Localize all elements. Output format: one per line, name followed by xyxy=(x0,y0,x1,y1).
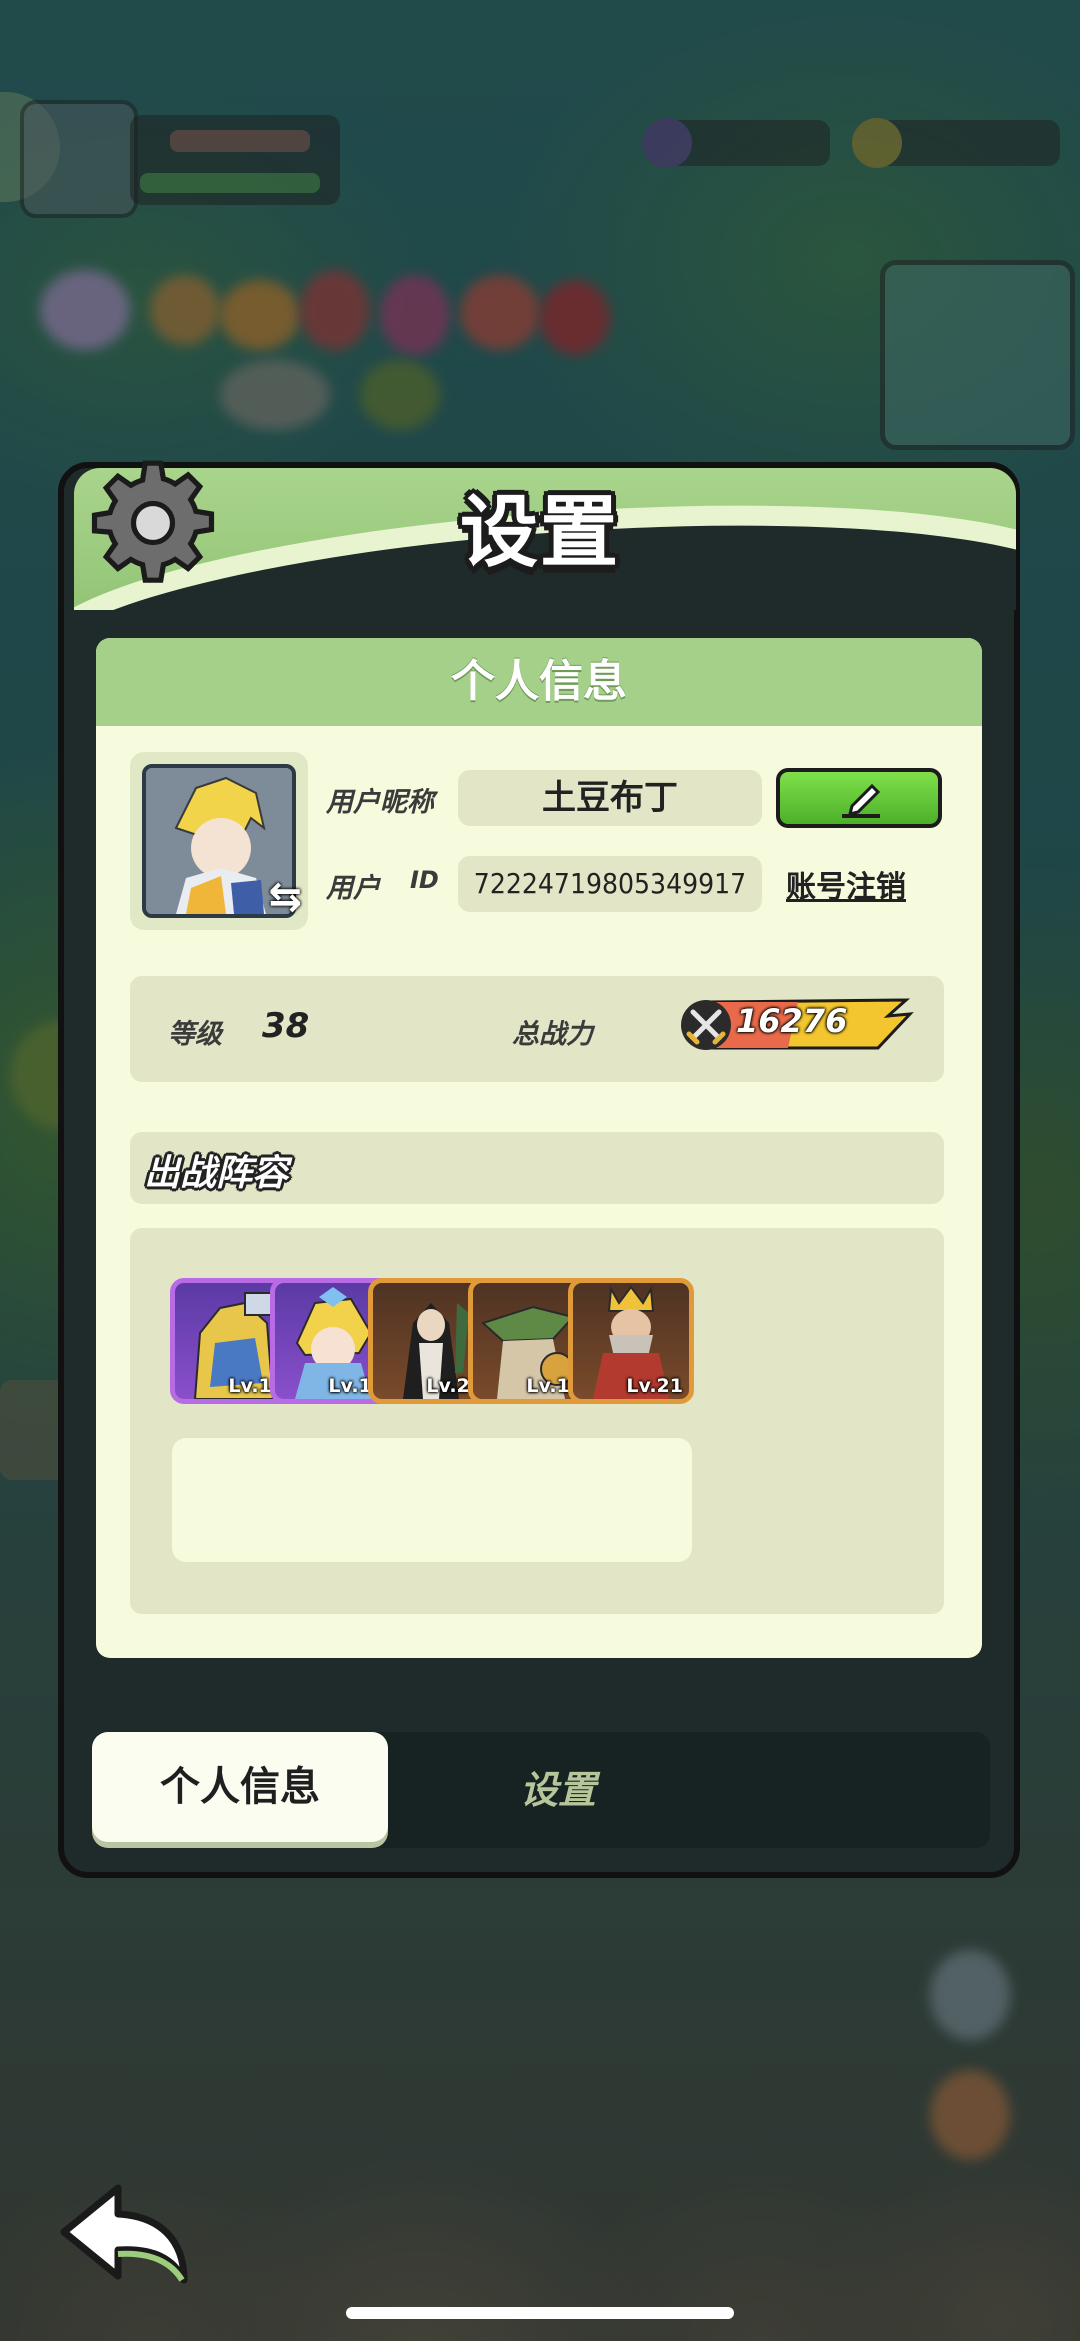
power-value: 16276 xyxy=(736,1002,848,1040)
back-arrow-icon[interactable] xyxy=(56,2180,196,2290)
hero-level: Lv.21 xyxy=(626,1375,683,1397)
cancel-account-link[interactable]: 账号注销 xyxy=(786,862,906,906)
empty-slot[interactable] xyxy=(568,1438,692,1562)
level-label: 等级 xyxy=(168,1019,222,1050)
lineup-title: 出战阵容 xyxy=(144,1153,289,1194)
stats-bar: 等级 38 总战力 16276 xyxy=(130,976,944,1082)
nickname-field: 土豆布丁 xyxy=(458,770,762,826)
id-label-suffix: ID xyxy=(410,866,439,894)
power-badge: 16276 xyxy=(678,994,918,1054)
nickname-label: 用户昵称 xyxy=(326,787,434,818)
home-indicator[interactable] xyxy=(346,2307,734,2319)
profile-card: 个人信息 ⇆ 用户昵称 土豆布丁 用户 ID 7222471980534991​… xyxy=(96,638,982,1658)
crossed-swords-icon xyxy=(686,1009,726,1045)
swap-icon: ⇆ xyxy=(268,874,302,920)
level-value: 38 xyxy=(262,1006,310,1046)
profile-avatar[interactable]: ⇆ xyxy=(130,752,308,930)
power-label: 总战力 xyxy=(512,1019,593,1050)
user-id-field: 7222471980534991​7 xyxy=(458,856,762,912)
lineup-grid: Lv.12 Lv.16 Lv.23 Lv.10 Lv.21 xyxy=(130,1228,944,1614)
id-label: 用户 xyxy=(326,873,380,904)
lineup-title-bar: 出战阵容 xyxy=(130,1132,944,1204)
panel-title: 设置 xyxy=(459,488,620,578)
tab-settings[interactable]: 设置 xyxy=(488,1732,628,1848)
pencil-icon xyxy=(842,783,881,818)
hero-slot-5[interactable]: Lv.21 xyxy=(568,1278,694,1404)
card-title: 个人信息 xyxy=(96,638,982,726)
tab-profile[interactable]: 个人信息 xyxy=(92,1732,388,1842)
edit-nickname-button[interactable] xyxy=(776,768,942,828)
